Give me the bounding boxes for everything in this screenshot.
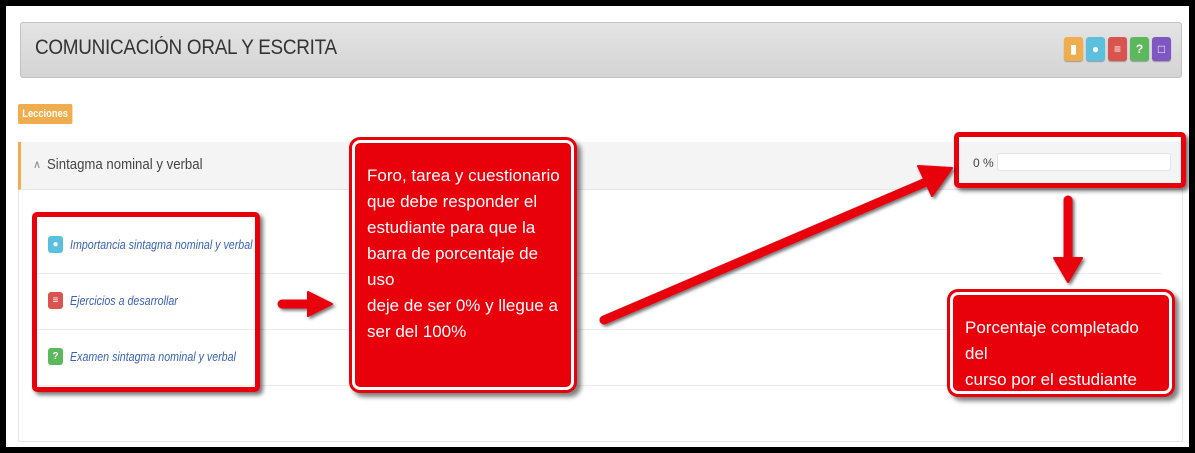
course-page: COMUNICACIÓN ORAL Y ESCRITA ▮ ● ≡ ? □ Le… <box>6 6 1189 447</box>
arrow-right-icon <box>277 291 333 317</box>
arrow-down-icon <box>1053 195 1083 283</box>
annotation-arrows <box>277 165 1083 325</box>
arrow-diagonal-icon <box>599 165 953 325</box>
